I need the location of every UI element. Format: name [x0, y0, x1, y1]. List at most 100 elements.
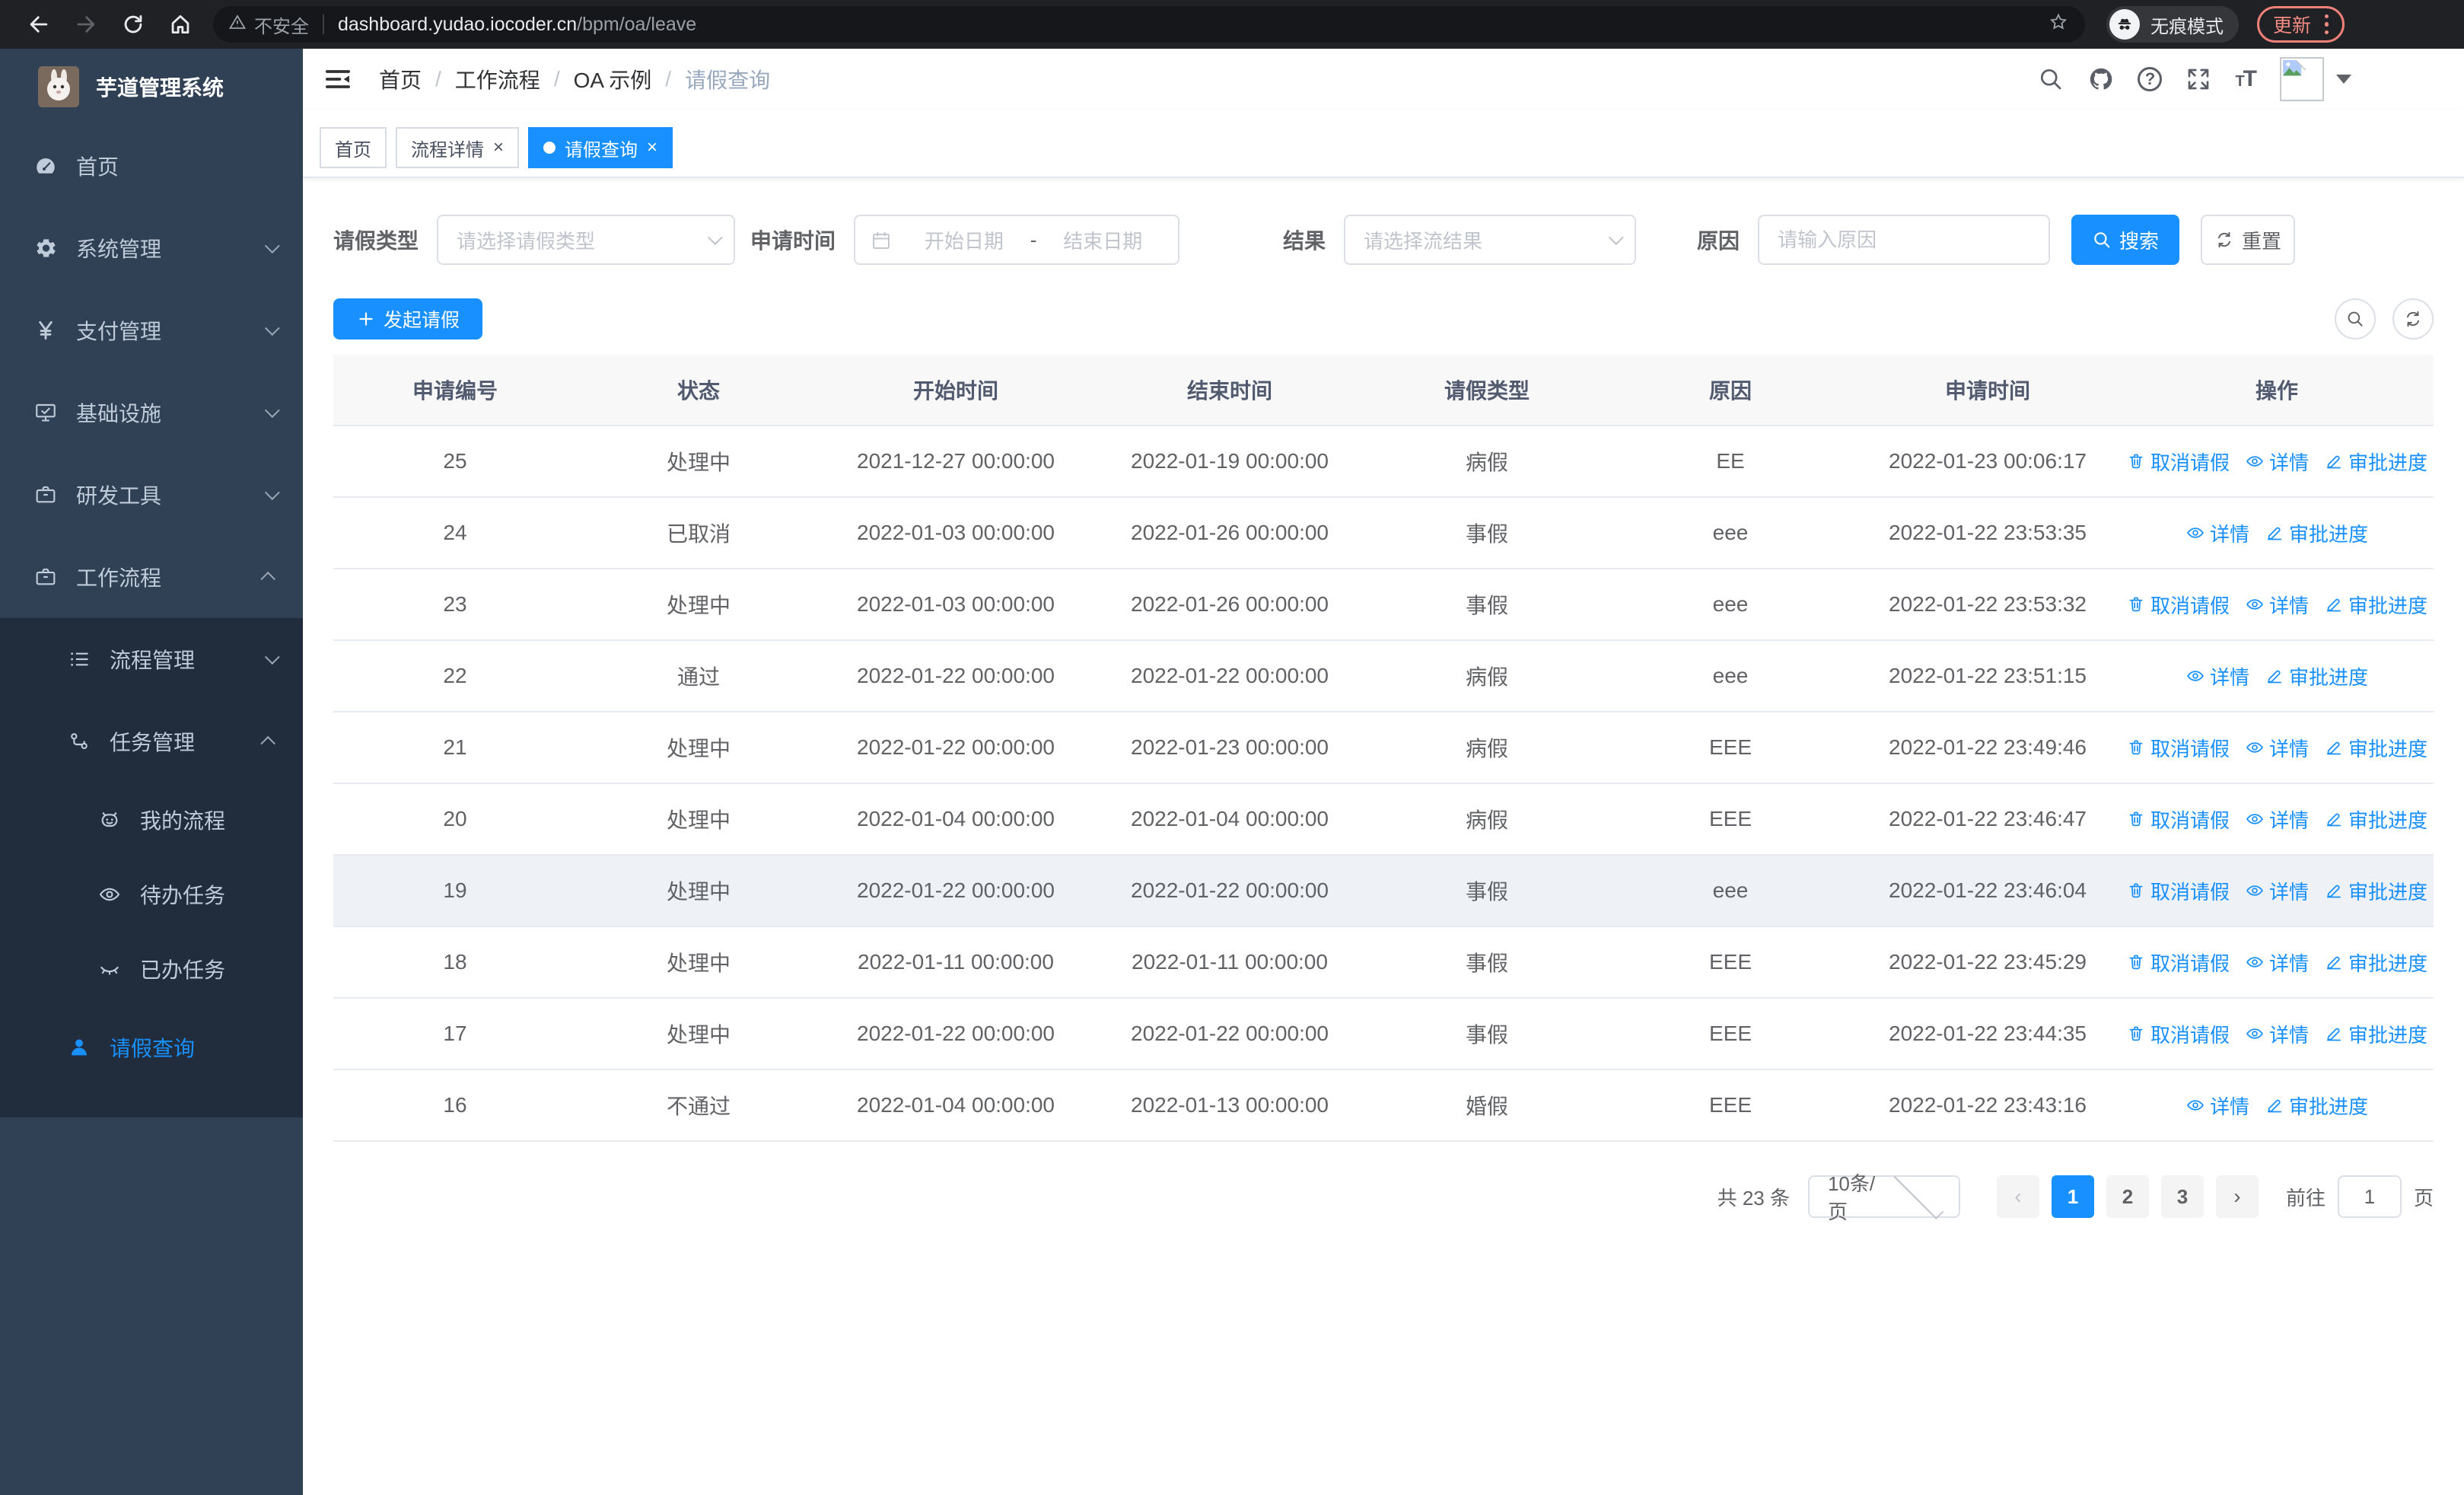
cell-reason: EEE — [1708, 735, 1752, 759]
create-leave-button[interactable]: 发起请假 — [333, 298, 482, 339]
cancel-action-link[interactable]: 取消请假 — [2126, 448, 2230, 476]
cancel-action-link[interactable]: 取消请假 — [2126, 734, 2230, 762]
page-button-2[interactable]: 2 — [2106, 1175, 2149, 1218]
show-search-button[interactable] — [2335, 298, 2376, 339]
goto-label: 前往 — [2285, 1186, 2326, 1210]
home-icon[interactable] — [167, 11, 193, 37]
address-bar[interactable]: 不安全 dashboard.yudao.iocoder.cn/bpm/oa/le… — [213, 6, 2085, 43]
range-separator: - — [1030, 228, 1037, 251]
close-icon[interactable]: × — [647, 139, 657, 157]
progress-action-link[interactable]: 审批进度 — [2324, 591, 2427, 619]
progress-action-link[interactable]: 审批进度 — [2324, 734, 2427, 762]
breadcrumb-item[interactable]: OA 示例 — [574, 64, 652, 94]
reason-input-box — [1758, 215, 2051, 265]
cell-leave_type: 病假 — [1465, 665, 1508, 689]
refresh-table-button[interactable] — [2392, 298, 2434, 339]
font-size-icon[interactable]: TT — [2235, 66, 2257, 92]
cell-id: 20 — [443, 807, 467, 830]
workflow-submenu: 流程管理 任务管理 我的流程 待办任务 已办任务 请假查询 — [0, 618, 303, 1117]
breadcrumb-item[interactable]: 工作流程 — [455, 64, 540, 94]
chevron-down-icon — [264, 485, 280, 501]
progress-action-link[interactable]: 审批进度 — [2324, 877, 2427, 905]
sidebar-item-done-tasks[interactable]: 已办任务 — [0, 932, 303, 1006]
browser-menu-icon[interactable] — [2325, 14, 2329, 34]
cell-reason: eee — [1712, 878, 1749, 902]
cancel-action-link[interactable]: 取消请假 — [2126, 805, 2230, 834]
prev-page-button[interactable]: ‹ — [1996, 1175, 2039, 1218]
close-icon[interactable]: × — [493, 139, 504, 157]
detail-action-link[interactable]: 详情 — [2245, 734, 2309, 762]
avatar[interactable] — [2280, 57, 2324, 101]
detail-action-link[interactable]: 详情 — [2245, 877, 2309, 905]
cell-leave_type: 事假 — [1465, 1023, 1508, 1047]
page-button-1[interactable]: 1 — [2051, 1175, 2094, 1218]
page-size-select[interactable]: 10条/页 — [1807, 1169, 1960, 1223]
goto-page-input[interactable] — [2337, 1175, 2402, 1218]
bookmark-star-icon[interactable] — [2047, 11, 2070, 39]
cell-leave_type: 病假 — [1465, 808, 1508, 832]
progress-action-link[interactable]: 审批进度 — [2265, 662, 2368, 690]
tab-home[interactable]: 首页 — [320, 127, 387, 168]
detail-action-link[interactable]: 详情 — [2245, 448, 2309, 476]
browser-toolbar: 不安全 dashboard.yudao.iocoder.cn/bpm/oa/le… — [0, 0, 2464, 49]
browser-update-button[interactable]: 更新 — [2257, 6, 2345, 43]
cancel-action-link[interactable]: 取消请假 — [2126, 877, 2230, 905]
cell-actions: 取消请假 详情 审批进度 — [2120, 448, 2434, 476]
help-icon[interactable]: ? — [2138, 67, 2163, 91]
sidebar-item-label: 已办任务 — [140, 958, 226, 982]
detail-action-link[interactable]: 详情 — [2185, 1092, 2249, 1120]
detail-action-link[interactable]: 详情 — [2185, 662, 2249, 690]
fullscreen-icon[interactable] — [2185, 65, 2212, 93]
cell-status: 处理中 — [666, 1023, 731, 1047]
reason-input[interactable] — [1778, 228, 2031, 252]
leave-type-select[interactable]: 请选择请假类型 — [437, 215, 736, 265]
breadcrumb-item[interactable]: 首页 — [379, 64, 422, 94]
sidebar-item-devtools[interactable]: 研发工具 — [0, 454, 303, 536]
progress-action-link[interactable]: 审批进度 — [2324, 448, 2427, 476]
progress-action-link[interactable]: 审批进度 — [2265, 519, 2368, 547]
sidebar-toggle-icon[interactable] — [323, 64, 353, 94]
sidebar-item-payment[interactable]: 支付管理 — [0, 289, 303, 371]
tab-leave-query[interactable]: 请假查询 × — [528, 127, 673, 168]
detail-action-link[interactable]: 详情 — [2245, 805, 2309, 834]
back-icon[interactable] — [26, 11, 52, 37]
detail-action-link[interactable]: 详情 — [2245, 591, 2309, 619]
page-content: 请假类型 请选择请假类型 申请时间 开始日期 - 结束日期 结果 请选择流结果 … — [303, 178, 2464, 1495]
gear-icon — [33, 236, 58, 260]
progress-action-link[interactable]: 审批进度 — [2265, 1092, 2368, 1120]
forward-icon[interactable] — [73, 11, 99, 37]
cell-apply_time: 2022-01-22 23:53:32 — [1889, 592, 2087, 616]
tab-process-detail[interactable]: 流程详情 × — [396, 127, 520, 168]
sidebar-item-infra[interactable]: 基础设施 — [0, 371, 303, 454]
reset-button[interactable]: 重置 — [2201, 215, 2296, 265]
detail-action-link[interactable]: 详情 — [2245, 948, 2309, 977]
page-button-3[interactable]: 3 — [2160, 1175, 2204, 1218]
column-header: 结束时间 — [1186, 379, 1272, 403]
github-icon[interactable] — [2087, 65, 2115, 93]
cancel-action-link[interactable]: 取消请假 — [2126, 591, 2230, 619]
cancel-action-link[interactable]: 取消请假 — [2126, 948, 2230, 977]
progress-action-link[interactable]: 审批进度 — [2324, 805, 2427, 834]
cell-leave_type: 病假 — [1465, 737, 1508, 760]
sidebar-item-system[interactable]: 系统管理 — [0, 207, 303, 289]
avatar-dropdown-icon[interactable] — [2336, 75, 2351, 84]
sidebar-item-leave-query[interactable]: 请假查询 — [0, 1006, 303, 1089]
reload-icon[interactable] — [120, 11, 146, 37]
progress-action-link[interactable]: 审批进度 — [2324, 948, 2427, 977]
apply-time-range-picker[interactable]: 开始日期 - 结束日期 — [854, 215, 1180, 265]
sidebar-item-task-mgmt[interactable]: 任务管理 — [0, 700, 303, 783]
sidebar-item-todo-tasks[interactable]: 待办任务 — [0, 857, 303, 932]
progress-action-link[interactable]: 审批进度 — [2324, 1020, 2427, 1048]
next-page-button[interactable]: › — [2215, 1175, 2259, 1218]
search-button[interactable]: 搜索 — [2071, 215, 2180, 265]
detail-action-link[interactable]: 详情 — [2185, 519, 2249, 547]
table-row: 25 处理中 2021-12-27 00:00:00 2022-01-19 00:00… — [333, 426, 2434, 498]
cancel-action-link[interactable]: 取消请假 — [2126, 1020, 2230, 1048]
sidebar-item-workflow[interactable]: 工作流程 — [0, 536, 303, 618]
search-icon[interactable] — [2037, 65, 2064, 93]
sidebar-item-my-process[interactable]: 我的流程 — [0, 783, 303, 857]
detail-action-link[interactable]: 详情 — [2245, 1020, 2309, 1048]
result-select[interactable]: 请选择流结果 — [1344, 215, 1637, 265]
sidebar-item-home[interactable]: 首页 — [0, 125, 303, 207]
sidebar-item-process-mgmt[interactable]: 流程管理 — [0, 618, 303, 700]
